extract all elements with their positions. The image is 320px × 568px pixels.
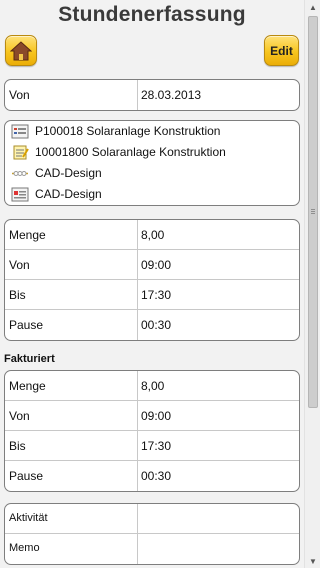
row-label: Von (9, 409, 30, 423)
header-bar: Stundenerfassung Edit (0, 0, 304, 72)
activity-field-row[interactable]: Aktivität (5, 504, 299, 534)
memo-field-row[interactable]: Memo (5, 534, 299, 564)
column-divider (137, 310, 138, 340)
times-from-row[interactable]: Von 09:00 (5, 250, 299, 280)
row-label: Aktivität (9, 512, 48, 524)
billed-to-row[interactable]: Bis 17:30 (5, 431, 299, 461)
fakturiert-heading: Fakturiert (4, 353, 55, 365)
activity-detail-row[interactable]: CAD-Design (5, 184, 299, 205)
row-label: Bis (9, 288, 26, 302)
scrollbar-thumb[interactable] (308, 16, 318, 408)
page-title: Stundenerfassung (58, 3, 246, 26)
app-screen: Stundenerfassung Edit Von 28.03.2013 P10… (0, 0, 304, 568)
activity-row[interactable]: CAD-Design (5, 163, 299, 184)
fakturiert-group: Menge 8,00 Von 09:00 Bis 17:30 Pause 00:… (4, 370, 300, 492)
row-label: Menge (9, 379, 46, 393)
times-to-row[interactable]: Bis 17:30 (5, 280, 299, 310)
row-label: Memo (9, 542, 40, 554)
column-divider (137, 534, 138, 564)
row-value: 8,00 (141, 379, 165, 393)
column-divider (137, 371, 138, 400)
row-label: Pause (9, 469, 44, 483)
activity-text: CAD-Design (35, 166, 102, 180)
times-quantity-row[interactable]: Menge 8,00 (5, 220, 299, 250)
row-value: 00:30 (141, 469, 172, 483)
column-divider (137, 504, 138, 533)
column-divider (137, 401, 138, 430)
notes-group: Aktivität Memo (4, 503, 300, 565)
activity-detail-text: CAD-Design (35, 187, 102, 201)
home-icon (10, 40, 32, 60)
activity-chain-icon (12, 171, 28, 176)
edit-button[interactable]: Edit (264, 35, 299, 66)
project-info-group: P100018 Solaranlage Konstruktion 1000180… (4, 120, 300, 206)
column-divider (137, 431, 138, 460)
scroll-up-arrow-icon[interactable]: ▲ (305, 0, 320, 14)
row-value: 17:30 (141, 288, 172, 302)
column-divider (137, 250, 138, 279)
grip-line (311, 211, 315, 212)
times-break-row[interactable]: Pause 00:30 (5, 310, 299, 340)
grip-line (311, 209, 315, 210)
activity-card-icon (11, 187, 29, 202)
row-value: 09:00 (141, 258, 172, 272)
project-form-icon (11, 124, 29, 139)
times-group: Menge 8,00 Von 09:00 Bis 17:30 Pause 00:… (4, 219, 300, 341)
row-label: Bis (9, 439, 26, 453)
date-group: Von 28.03.2013 (4, 79, 300, 111)
row-value: 00:30 (141, 318, 172, 332)
grip-line (311, 213, 315, 214)
date-label: Von (9, 88, 30, 102)
row-label: Menge (9, 228, 46, 242)
column-divider (137, 280, 138, 309)
task-row[interactable]: 10001800 Solaranlage Konstruktion (5, 142, 299, 163)
date-value: 28.03.2013 (141, 88, 202, 102)
row-value: 8,00 (141, 228, 165, 242)
billed-quantity-row[interactable]: Menge 8,00 (5, 371, 299, 401)
date-row[interactable]: Von 28.03.2013 (5, 80, 299, 110)
billed-break-row[interactable]: Pause 00:30 (5, 461, 299, 491)
row-value: 17:30 (141, 439, 172, 453)
row-label: Von (9, 258, 30, 272)
row-value: 09:00 (141, 409, 172, 423)
task-text: 10001800 Solaranlage Konstruktion (35, 145, 226, 159)
project-text: P100018 Solaranlage Konstruktion (35, 124, 221, 138)
column-divider (137, 220, 138, 249)
row-label: Pause (9, 318, 44, 332)
vertical-scrollbar[interactable]: ▲ ▼ (304, 0, 320, 568)
column-divider (137, 461, 138, 491)
column-divider (137, 80, 138, 110)
task-notepad-icon (13, 145, 29, 160)
scroll-down-arrow-icon[interactable]: ▼ (305, 554, 320, 568)
billed-from-row[interactable]: Von 09:00 (5, 401, 299, 431)
project-row[interactable]: P100018 Solaranlage Konstruktion (5, 121, 299, 142)
home-button[interactable] (5, 35, 37, 66)
